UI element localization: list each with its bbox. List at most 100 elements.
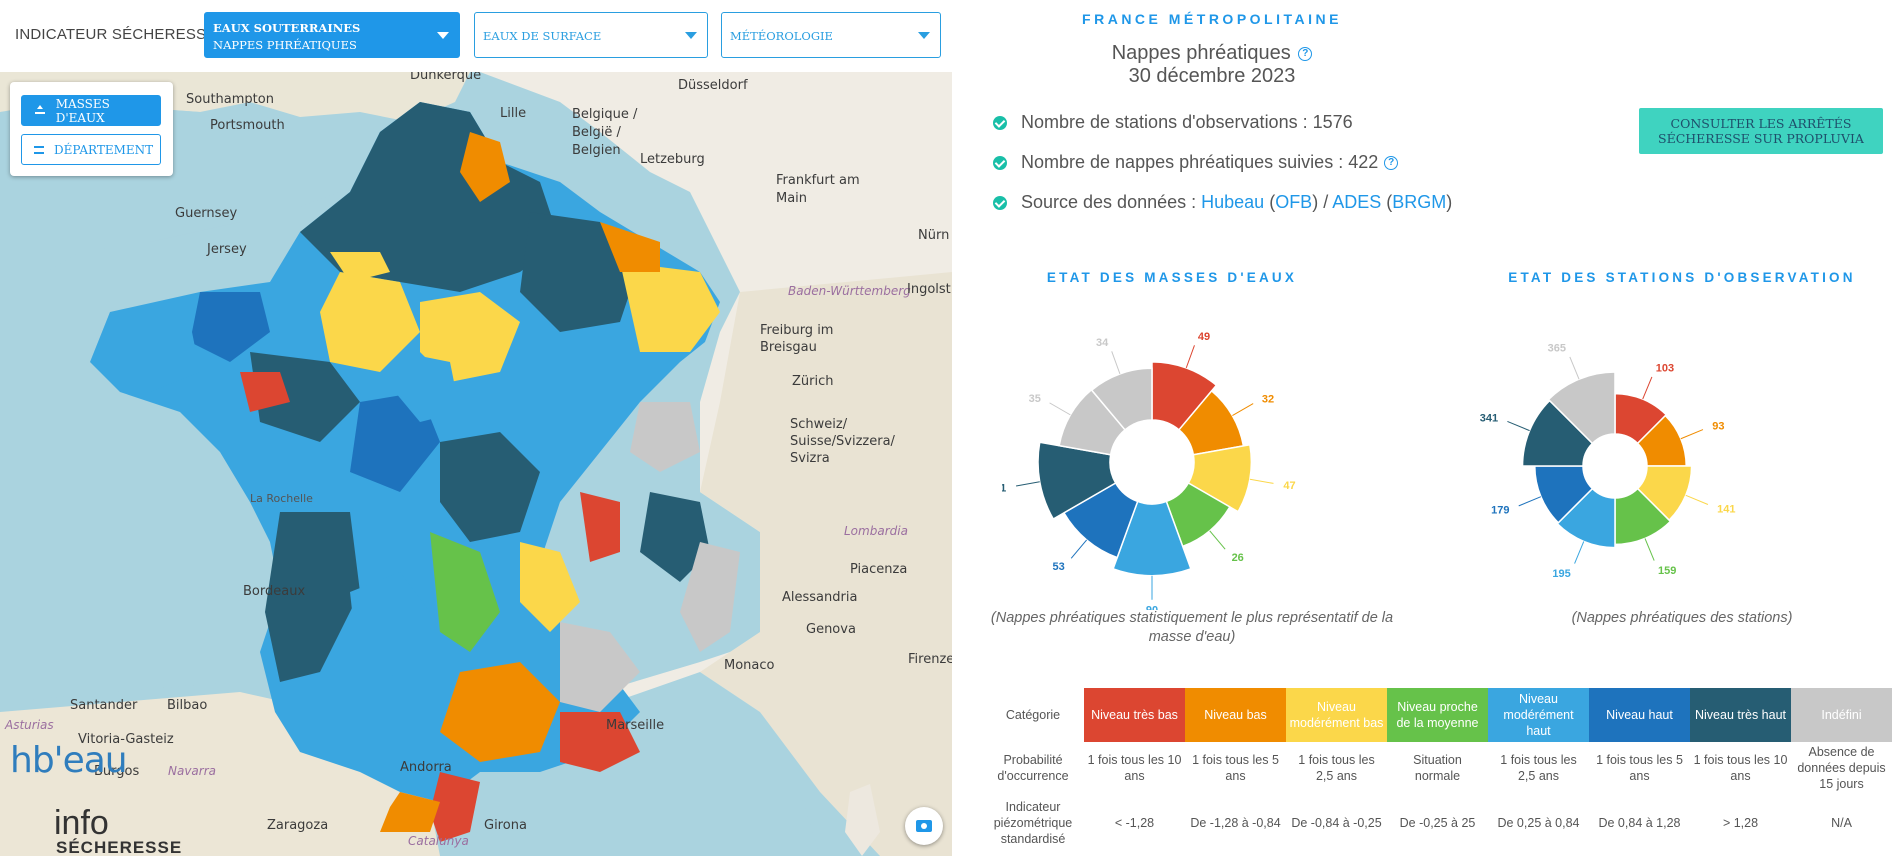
city-label: Bilbao [167, 698, 208, 713]
legend-cell: De 0,25 à 0,84 [1497, 816, 1580, 830]
pie-label-line [1518, 496, 1542, 507]
chevron-down-icon [437, 32, 449, 39]
city-label: Guernsey [175, 206, 238, 221]
pie-label-line [1685, 494, 1709, 505]
meteorology-select[interactable]: MÉTÉOROLOGIE [721, 12, 941, 58]
groundwater-select[interactable]: EAUX SOUTERRAINES NAPPES PHRÉATIQUES [204, 12, 460, 58]
water-bodies-layer-label: MASSES D'EAUX [55, 96, 110, 125]
region-label: Navarra [168, 764, 217, 778]
legend-indicator-row: Indicateur piézométrique standardisé < -… [982, 794, 1892, 852]
city-label: Southampton [186, 92, 274, 107]
legend-cell: Niveau modérément haut [1488, 688, 1589, 742]
pie-data-label: 141 [1717, 503, 1735, 515]
city-label: Ingolst [907, 282, 951, 297]
city-label: La Rochelle [250, 492, 313, 505]
legend-cell: Niveau bas [1185, 688, 1286, 742]
question-icon[interactable]: ? [1298, 46, 1313, 61]
city-label: Freiburg im Breisgau [760, 323, 834, 355]
pie-label-line [1249, 478, 1274, 484]
legend-cell: Niveau très haut [1690, 688, 1791, 742]
surface-water-select[interactable]: EAUX DE SURFACE [474, 12, 708, 58]
bars-icon [34, 145, 44, 154]
legend-cell: Niveau haut [1589, 688, 1690, 742]
pie-label-line [1070, 539, 1088, 559]
legend-row-label: Probabilité d'occurrence [997, 753, 1069, 783]
stations-pie-chart: 103 93 141 159 195 179 341 365 [1480, 343, 1736, 580]
region-label: Baden-Württemberg [788, 284, 911, 298]
ofb-link[interactable]: OFB [1275, 192, 1312, 212]
water-bodies-chart-title: ETAT DES MASSES D'EAUX [1046, 270, 1298, 285]
city-label: Letzeburg [640, 152, 705, 167]
groundwater-select-line2: NAPPES PHRÉATIQUES [213, 38, 357, 52]
city-label: Nürn [918, 228, 950, 243]
check-icon [993, 155, 1007, 170]
layer-switcher: MASSES D'EAUX DÉPARTEMENT [10, 82, 173, 176]
upload-icon [34, 104, 46, 117]
chevron-down-icon [685, 32, 697, 39]
stations-chart-caption: (Nappes phréatiques des stations) [1571, 610, 1793, 626]
pie-data-label: 103 [1656, 363, 1674, 375]
pie-data-label: 179 [1491, 505, 1509, 517]
pie-data-label: 365 [1548, 343, 1566, 355]
city-label: Dunkerque [410, 72, 482, 83]
pie-data-label: 32 [1262, 394, 1274, 406]
pie-data-label: 35 [1029, 393, 1041, 405]
city-label: Marseille [606, 718, 665, 733]
city-label: Bordeaux [243, 584, 306, 599]
brgm-link[interactable]: BRGM [1392, 192, 1446, 212]
pie-label-line [1185, 345, 1195, 369]
legend-cell: De 0,84 à 1,28 [1598, 816, 1681, 830]
department-layer-button[interactable]: DÉPARTEMENT [21, 134, 161, 165]
camera-icon [916, 820, 932, 832]
city-label: Firenze [908, 652, 952, 667]
water-bodies-chart-caption: (Nappes phréatiques statistiquement le p… [990, 610, 1394, 645]
pie-data-label: 341 [1480, 413, 1498, 425]
city-label: Monaco [724, 658, 775, 673]
info-secheresse-wordmark: SÉCHERESSE [56, 838, 183, 856]
pie-data-label: 26 [1232, 552, 1244, 564]
pie-data-label: 49 [1198, 331, 1210, 343]
ades-link[interactable]: ADES [1332, 192, 1381, 212]
legend-cell: 1 fois tous les 5 ans [1192, 753, 1279, 783]
pie-label-line [1644, 538, 1655, 561]
legend-row-label: Indicateur piézométrique standardisé [993, 800, 1073, 846]
legend-cell: 1 fois tous les 10 ans [1693, 753, 1788, 783]
city-label: Girona [484, 818, 527, 833]
water-bodies-layer-button[interactable]: MASSES D'EAUX [21, 95, 161, 126]
legend-cell: N/A [1831, 816, 1852, 830]
surface-water-select-label: EAUX DE SURFACE [483, 29, 602, 43]
pie-label-line [1680, 429, 1704, 440]
legend-cell: 1 fois tous les 10 ans [1087, 753, 1182, 783]
legend-category-row: Catégorie Niveau très bas Niveau bas Niv… [982, 688, 1892, 742]
hubeau-link[interactable]: Hubeau [1201, 192, 1264, 212]
pie-data-label: 34 [1096, 337, 1109, 349]
city-label: Andorra [400, 760, 452, 775]
pie-data-label: 91 [1002, 483, 1006, 495]
pie-data-label: 195 [1552, 568, 1570, 580]
pie-label-line [1574, 541, 1585, 564]
indicator-title: Nappes phréatiques [1111, 42, 1291, 64]
city-label: Lille [500, 106, 527, 121]
propluvia-button[interactable]: CONSULTER LES ARRÊTÉS SÉCHERESSE SUR PRO… [1639, 108, 1883, 154]
legend-cell: 1 fois tous les 5 ans [1596, 753, 1683, 783]
indicator-bar: INDICATEUR SÉCHERESSE : EAUX SOUTERRAINE… [0, 0, 952, 70]
chevron-down-icon [918, 32, 930, 39]
nappes-count: Nombre de nappes phréatiques suivies : 4… [993, 152, 1399, 173]
screenshot-button[interactable] [905, 807, 943, 845]
stations-count: Nombre de stations d'observations : 1576 [993, 112, 1353, 133]
map[interactable]: Southampton Portsmouth Dunkerque Düsseld… [0, 72, 952, 856]
legend-row-label: Catégorie [1005, 708, 1061, 722]
city-label: Zürich [792, 374, 834, 389]
legend-cell: De -0,25 à 25 [1399, 816, 1476, 830]
city-label: Santander [70, 698, 138, 713]
pie-data-label: 159 [1658, 565, 1676, 577]
legend-cell: 1 fois tous les 2,5 ans [1500, 753, 1577, 783]
legend-cell: De -0,84 à -0,25 [1291, 816, 1382, 830]
pie-label-line [1209, 530, 1226, 550]
city-label: Genova [806, 622, 856, 637]
legend-cell: Absence de données depuis 15 jours [1797, 745, 1886, 791]
check-icon [993, 115, 1007, 130]
legend-cell: Niveau modérément bas [1286, 688, 1387, 742]
question-icon[interactable]: ? [1384, 155, 1399, 170]
pie-data-label: 47 [1283, 480, 1295, 492]
